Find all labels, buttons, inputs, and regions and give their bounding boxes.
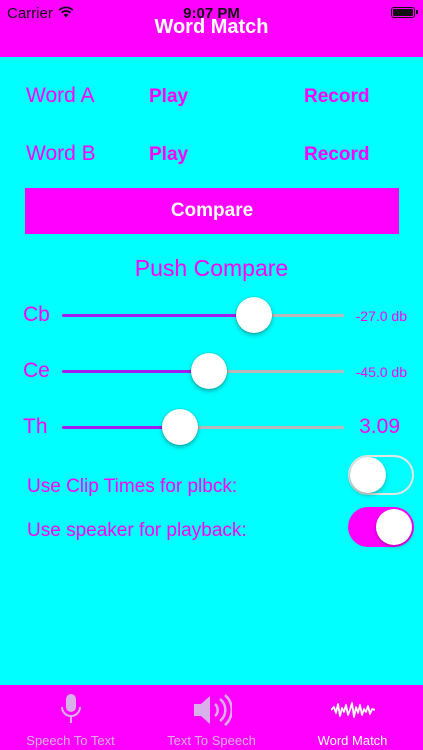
th-slider-thumb[interactable] <box>162 409 198 445</box>
clip-times-label: Use Clip Times for plbck: <box>27 476 238 497</box>
cb-slider-value: -27.0 db <box>355 308 407 324</box>
ce-slider-thumb[interactable] <box>191 353 227 389</box>
cb-slider-fill <box>62 314 254 317</box>
microphone-icon <box>60 693 82 732</box>
tab-word-match[interactable]: Word Match <box>282 685 423 750</box>
toggle-knob <box>376 509 412 545</box>
cb-slider[interactable] <box>62 297 344 333</box>
word-b-label: Word B <box>26 142 96 165</box>
header-bar: Carrier 9:07 PM Word Match <box>0 0 423 57</box>
waveform-icon <box>329 699 375 726</box>
tab-bar: Speech To Text Text To Speech Word Match <box>0 685 423 750</box>
word-a-label: Word A <box>26 84 95 107</box>
cb-slider-thumb[interactable] <box>236 297 272 333</box>
cb-slider-label: Cb <box>23 303 50 326</box>
tab-speech-to-text[interactable]: Speech To Text <box>0 685 141 750</box>
speaker-playback-label: Use speaker for playback: <box>27 520 247 541</box>
compare-button[interactable]: Compare <box>25 188 399 234</box>
word-a-play-button[interactable]: Play <box>149 86 188 108</box>
tab-label: Speech To Text <box>26 733 115 748</box>
tab-label: Text To Speech <box>167 733 256 748</box>
word-b-play-button[interactable]: Play <box>149 144 188 166</box>
speaker-playback-toggle[interactable] <box>348 507 414 547</box>
ce-slider[interactable] <box>62 353 344 389</box>
th-slider-value: 3.09 <box>359 415 400 438</box>
word-b-record-button[interactable]: Record <box>304 144 369 166</box>
tab-label: Word Match <box>317 733 388 748</box>
clip-times-toggle[interactable] <box>348 455 414 495</box>
speaker-icon <box>192 693 233 732</box>
ce-slider-label: Ce <box>23 359 50 382</box>
word-a-record-button[interactable]: Record <box>304 86 369 108</box>
th-slider[interactable] <box>62 409 344 445</box>
ce-slider-value: -45.0 db <box>355 364 407 380</box>
toggle-knob <box>350 457 386 493</box>
status-message: Push Compare <box>134 255 289 281</box>
page-title: Word Match <box>154 16 269 38</box>
ce-slider-fill <box>62 370 209 373</box>
th-slider-label: Th <box>23 415 48 438</box>
tab-text-to-speech[interactable]: Text To Speech <box>141 685 282 750</box>
